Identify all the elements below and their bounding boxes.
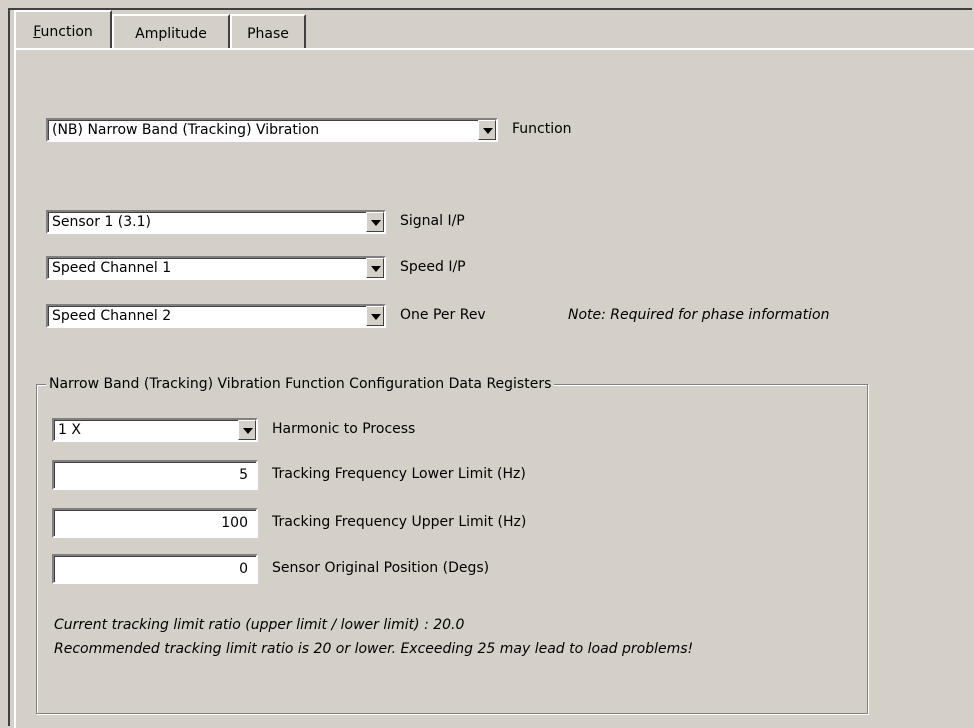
- tab-phase[interactable]: Phase: [230, 14, 306, 48]
- tab-function-label: Function: [33, 24, 93, 40]
- tab-phase-label: Phase: [247, 26, 289, 42]
- config-group-title: Narrow Band (Tracking) Vibration Functio…: [46, 376, 555, 392]
- tab-function[interactable]: Function: [14, 10, 112, 48]
- tab-amplitude-label: Amplitude: [135, 26, 207, 42]
- tab-amplitude[interactable]: Amplitude: [112, 14, 230, 48]
